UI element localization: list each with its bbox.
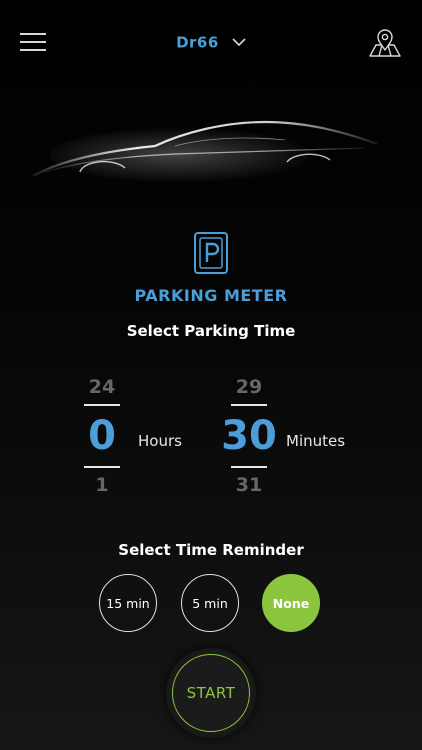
- hours-next-value[interactable]: 1: [72, 472, 132, 498]
- minutes-next-value[interactable]: 31: [219, 472, 279, 498]
- start-button[interactable]: START: [166, 648, 256, 738]
- hours-picker[interactable]: 24 0 1: [72, 374, 132, 498]
- picker-divider: [231, 404, 267, 406]
- page-title: PARKING METER: [134, 286, 288, 305]
- vehicle-selector[interactable]: Dr66: [0, 32, 422, 52]
- minutes-value[interactable]: 30: [219, 410, 279, 462]
- minutes-label: Minutes: [286, 432, 346, 450]
- picker-divider: [84, 404, 120, 406]
- parking-time-heading: Select Parking Time: [126, 322, 296, 340]
- map-pin-icon[interactable]: [368, 28, 402, 58]
- vehicle-name: Dr66: [176, 33, 219, 52]
- reminder-15-min-button[interactable]: 15 min: [99, 574, 157, 632]
- picker-divider: [84, 466, 120, 468]
- picker-divider: [231, 466, 267, 468]
- minutes-picker[interactable]: 29 30 31: [219, 374, 279, 498]
- reminder-heading: Select Time Reminder: [118, 541, 304, 559]
- minutes-prev-value[interactable]: 29: [219, 374, 279, 400]
- hours-value[interactable]: 0: [72, 410, 132, 462]
- hours-label: Hours: [138, 432, 182, 450]
- car-silhouette-image: [32, 120, 378, 183]
- reminder-none-button[interactable]: None: [262, 574, 320, 632]
- reminder-5-min-button[interactable]: 5 min: [181, 574, 239, 632]
- start-button-label: START: [172, 654, 250, 732]
- parking-sign-icon: [194, 232, 228, 274]
- hours-prev-value[interactable]: 24: [72, 374, 132, 400]
- chevron-down-icon: [232, 38, 246, 47]
